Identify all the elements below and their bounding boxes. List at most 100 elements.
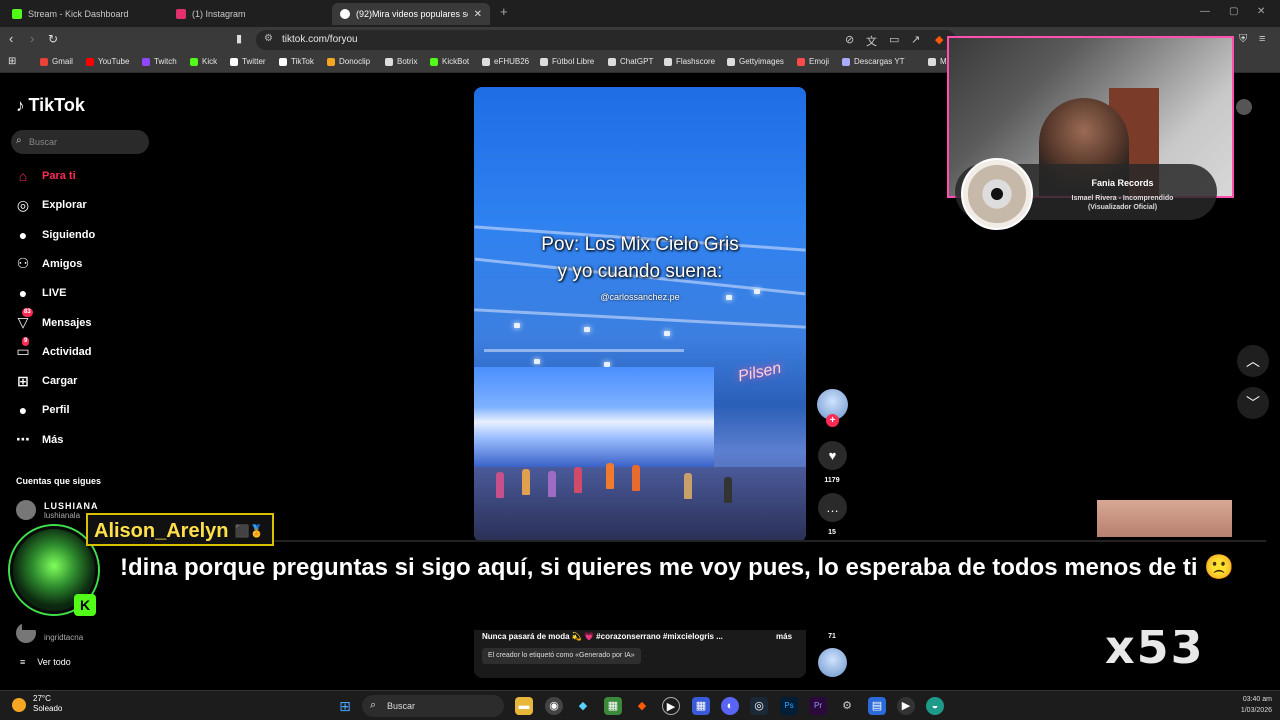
bookmark-item[interactable]: Donoclip [327, 57, 370, 66]
taskbar-search[interactable]: ⌕ Buscar [362, 695, 504, 717]
bookmark-item[interactable]: ChatGPT [608, 57, 653, 66]
weather-widget[interactable]: 27°C Soleado [33, 694, 62, 714]
bookmark-item[interactable]: eFHUB26 [482, 57, 529, 66]
tab-instagram[interactable]: (1) Instagram [168, 3, 328, 25]
bookmark-label: Botrix [397, 57, 418, 66]
sidebar-item-profile[interactable]: ● Perfil [14, 400, 70, 420]
close-tab-icon[interactable]: ✕ [474, 9, 482, 20]
bookmark-item[interactable]: TikTok [279, 57, 314, 66]
bookmark-icon[interactable]: ▮ [236, 32, 242, 46]
close-window-button[interactable]: ✕ [1257, 6, 1265, 17]
bookmark-item[interactable]: Gettyimages [727, 57, 784, 66]
cast-icon[interactable]: ▭ [889, 33, 899, 46]
home-icon: ⌂ [18, 168, 28, 184]
system-clock[interactable]: 03:40 am 1/03/2026 [1220, 694, 1272, 716]
bookmark-item[interactable]: Gmail [40, 57, 73, 66]
search-input[interactable]: ⌕ Buscar [11, 130, 149, 154]
video-player[interactable]: Pilsen Pov: Los Mix Cielo Gris y yo cuan… [474, 87, 806, 542]
more-link[interactable]: más [776, 632, 792, 641]
app-icon[interactable]: ▦ [604, 697, 622, 715]
brave-shield-icon[interactable]: ◆ [935, 33, 943, 46]
search-icon: ⌕ [16, 135, 22, 146]
calculator-icon[interactable]: ▦ [692, 697, 710, 715]
app-icon[interactable]: ◆ [574, 697, 592, 715]
windows-start-icon[interactable]: ⊞ [336, 697, 354, 715]
maximize-button[interactable]: ▢ [1229, 6, 1238, 17]
follow-plus-icon[interactable]: + [826, 414, 839, 427]
clock-time: 03:40 am [1242, 696, 1272, 703]
bookmark-item[interactable]: Twitch [142, 57, 177, 66]
notification-badge: 9 [22, 337, 30, 347]
live-icon: ● [18, 285, 28, 302]
bookmark-item[interactable]: Fútbol Libre [540, 57, 594, 66]
share-icon[interactable]: ↗ [911, 33, 920, 46]
vpn-icon[interactable]: ⛨ [1239, 33, 1247, 46]
bookmark-item[interactable]: Descargas YT [842, 57, 905, 66]
sidebar-item-activity[interactable]: ▭ 9 Actividad [14, 337, 92, 362]
extension-icon[interactable]: ⊘ [845, 33, 854, 46]
tiktok-logo[interactable]: ♪ TikTok [16, 95, 85, 116]
bookmark-item[interactable]: Kick [190, 57, 217, 66]
media-icon[interactable]: ▶ [662, 697, 680, 715]
site-settings-icon[interactable]: ⚙ [264, 33, 273, 44]
premiere-icon[interactable]: Pr [809, 697, 827, 715]
bookmark-item[interactable]: Twitter [230, 57, 266, 66]
sidebar-item-live[interactable]: ● LIVE [14, 283, 67, 303]
profile-avatar[interactable] [1236, 99, 1252, 115]
bookmark-item[interactable]: Botrix [385, 57, 417, 66]
kick-badge-icon: K [74, 594, 96, 616]
edge-icon[interactable]: ◒ [926, 697, 944, 715]
menu-icon[interactable]: ≡ [1259, 33, 1265, 45]
translate-icon[interactable]: 文 [866, 33, 877, 49]
discord-icon[interactable]: ◐ [721, 697, 739, 715]
sidebar-item-more[interactable]: ⋯ Más [14, 430, 63, 450]
brave-icon[interactable]: ◆ [633, 697, 651, 715]
now-playing-song: Ismael Rivera - Incomprendido [1071, 195, 1174, 202]
bookmark-item[interactable]: KickBot [430, 57, 469, 66]
minimize-button[interactable]: — [1200, 6, 1210, 17]
kick-icon [12, 9, 22, 19]
video-watermark: @carlossanchez.pe [600, 292, 680, 302]
like-button[interactable]: ♥ [818, 441, 847, 470]
bookmark-item[interactable]: Emoji [797, 57, 829, 66]
see-all-link[interactable]: ≡ Ver todo [20, 657, 71, 667]
new-tab-button[interactable]: + [500, 4, 508, 19]
file-explorer-icon[interactable]: ▬ [515, 697, 533, 715]
next-video-button[interactable]: ﹀ [1237, 387, 1269, 419]
notepad-icon[interactable]: ▤ [868, 697, 886, 715]
forward-button[interactable]: › [30, 32, 34, 46]
sidebar-item-messages[interactable]: ▽ 83 Mensajes [14, 308, 92, 333]
bookmark-item[interactable]: Flashscore [664, 57, 715, 66]
obs-icon[interactable]: ◉ [545, 697, 563, 715]
reload-button[interactable]: ↻ [48, 32, 58, 46]
tab-title: Stream - Kick Dashboard [28, 9, 129, 19]
see-all-label: Ver todo [37, 657, 71, 667]
bookmark-label: Twitter [242, 57, 266, 66]
caption-line: Pov: Los Mix Cielo Gris [541, 234, 739, 255]
tab-tiktok[interactable]: (92)Mira videos populares selecc ✕ [332, 3, 490, 25]
previous-video-button[interactable]: ︿ [1237, 345, 1269, 377]
steam-icon[interactable]: ◎ [750, 697, 768, 715]
bookmark-favicon-icon [540, 57, 548, 66]
list-icon: ≡ [20, 657, 26, 667]
comment-button[interactable]: … [818, 493, 847, 522]
video-description[interactable]: Nunca pasará de moda 💫 💗 #corazonserrano… [482, 632, 723, 641]
tab-kick-dashboard[interactable]: Stream - Kick Dashboard [4, 3, 164, 25]
player-icon[interactable]: ▶ [897, 697, 915, 715]
browser-tab-strip: Stream - Kick Dashboard (1) Instagram (9… [0, 0, 1280, 27]
bookmark-label: Fútbol Libre [552, 57, 595, 66]
sidebar-item-upload[interactable]: ⊞ Cargar [14, 371, 77, 391]
heart-icon: ♥ [828, 448, 837, 463]
sidebar-item-following[interactable]: ● Siguiendo [14, 225, 95, 245]
sound-disc-avatar[interactable] [818, 648, 847, 677]
sidebar-item-compass[interactable]: ◎ Explorar [14, 195, 87, 215]
back-button[interactable]: ‹ [9, 32, 13, 46]
taskbar-search-label: Buscar [387, 701, 416, 711]
apps-icon[interactable]: ⊞ [8, 56, 16, 67]
stage-sign: Pilsen [736, 359, 783, 386]
photoshop-icon[interactable]: Ps [780, 697, 798, 715]
settings-icon[interactable]: ⚙ [838, 697, 856, 715]
bookmark-item[interactable]: YouTube [86, 57, 129, 66]
sidebar-item-home[interactable]: ⌂ Para ti [14, 166, 76, 186]
sidebar-item-friends[interactable]: ⚇ Amigos [14, 254, 83, 274]
